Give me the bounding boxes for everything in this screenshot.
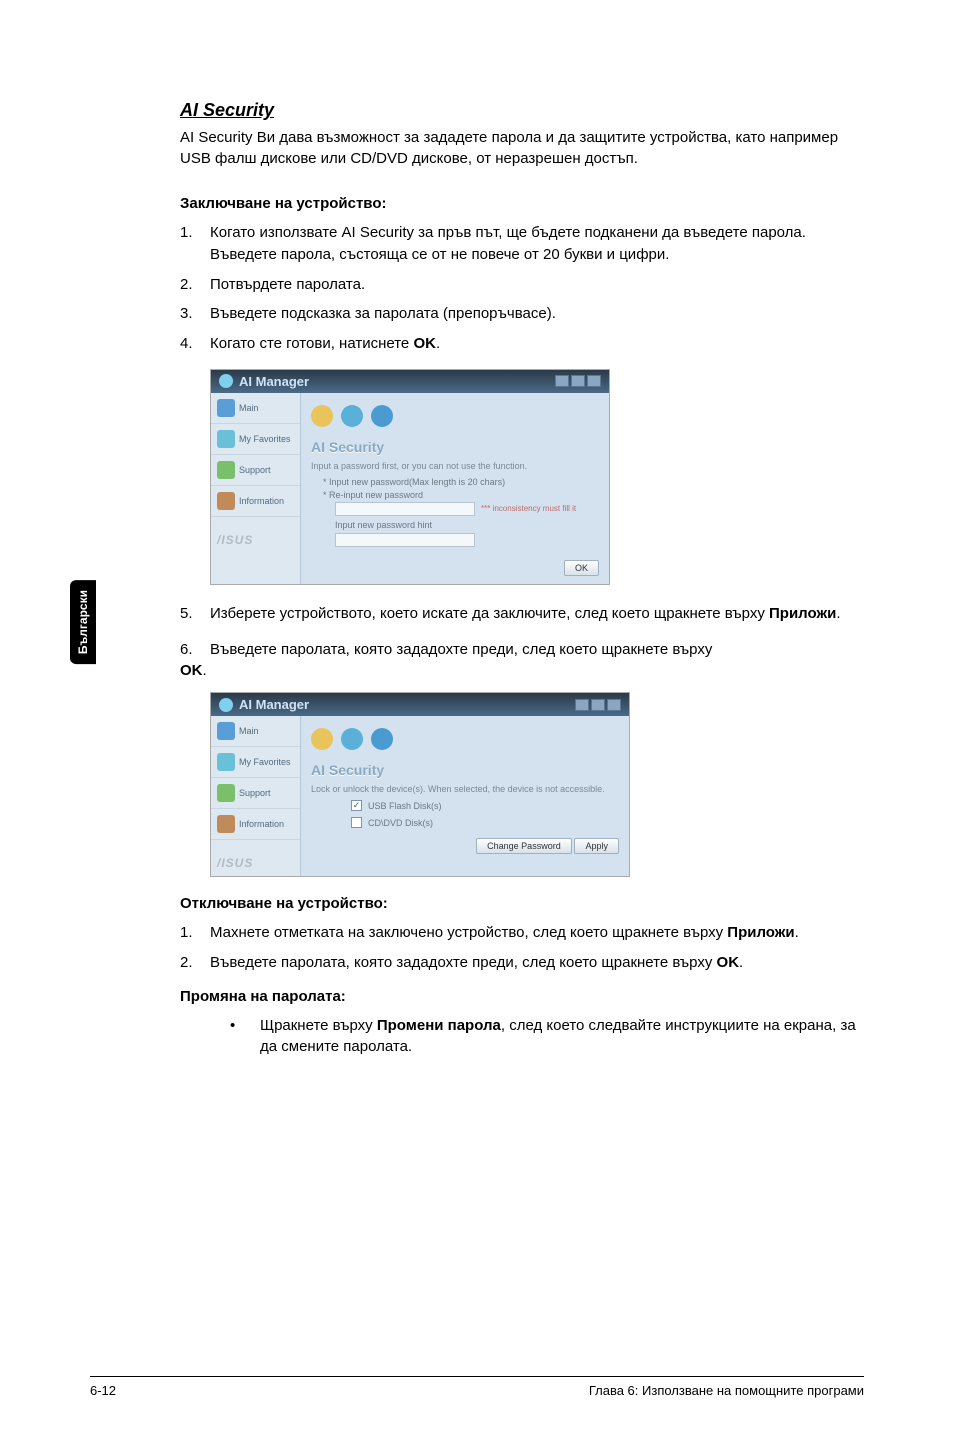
tool-icon[interactable] [311, 728, 333, 750]
app-icon [219, 374, 233, 388]
step-num: 4. [180, 333, 210, 355]
step-num: 5. [180, 603, 210, 625]
tool-icon[interactable] [341, 728, 363, 750]
section-title: AI Security [180, 100, 864, 121]
lock-heading: Заключване на устройство: [180, 195, 864, 212]
input-label: * Re-input new password [323, 490, 423, 500]
step-num: 3. [180, 303, 210, 325]
window-controls[interactable] [575, 699, 621, 711]
sidebar-item-information[interactable]: Information [211, 809, 300, 840]
tool-icon[interactable] [341, 405, 363, 427]
panel-subtitle: Input a password first, or you can not u… [311, 461, 599, 471]
sidebar: Main My Favorites Support Information /I… [211, 716, 301, 876]
password-input[interactable] [335, 502, 475, 516]
step-text: Изберете устройството, което искате да з… [210, 603, 864, 625]
lock-steps: 1.Когато използвате AI Security за пръв … [180, 222, 864, 355]
input-label: * Input new password(Max length is 20 ch… [323, 477, 599, 487]
sidebar-item-main[interactable]: Main [211, 393, 300, 424]
app-icon [219, 698, 233, 712]
brand-logo: /ISUS [211, 517, 300, 553]
step-text: Въведете подсказка за паролата (препоръч… [210, 303, 864, 325]
screenshot-devices: AI Manager Main My Favorites Support Inf… [210, 692, 630, 877]
sidebar: Main My Favorites Support Information /I… [211, 393, 301, 584]
toolbar-icons [311, 401, 599, 435]
bullet-dot: • [230, 1015, 260, 1059]
toolbar-icons [311, 724, 619, 758]
step-num: 2. [180, 274, 210, 296]
page-footer: 6-12 Глава 6: Използване на помощните пр… [90, 1376, 864, 1398]
intro-text: AI Security Ви дава възможност за зададе… [180, 127, 864, 169]
sidebar-item-information[interactable]: Information [211, 486, 300, 517]
step-num: 1. [180, 222, 210, 266]
step-text: Въведете паролата, която зададохте преди… [210, 952, 864, 974]
side-tab: Български [70, 580, 96, 664]
sidebar-item-favorites[interactable]: My Favorites [211, 424, 300, 455]
hint-input[interactable] [335, 533, 475, 547]
brand-logo: /ISUS [211, 840, 300, 876]
main-panel: AI Security Lock or unlock the device(s)… [301, 716, 629, 876]
ok-button[interactable]: OK [564, 560, 599, 576]
lock-steps-cont: 5.Изберете устройството, което искате да… [180, 603, 864, 625]
step-text: Когато използвате AI Security за пръв пъ… [210, 222, 864, 266]
change-password-button[interactable]: Change Password [476, 838, 572, 854]
step-text: Махнете отметката на заключено устройств… [210, 922, 864, 944]
tool-icon[interactable] [371, 728, 393, 750]
sidebar-item-support[interactable]: Support [211, 455, 300, 486]
step-6: 6.Въведете паролата, която зададохте пре… [180, 639, 864, 683]
tool-icon[interactable] [371, 405, 393, 427]
window-controls[interactable] [555, 375, 601, 387]
sidebar-item-favorites[interactable]: My Favorites [211, 747, 300, 778]
checkbox-cddvd[interactable]: CD\DVD Disk(s) [351, 817, 619, 828]
unlock-steps: 1.Махнете отметката на заключено устройс… [180, 922, 864, 974]
window-title: AI Manager [239, 374, 309, 389]
change-heading: Промяна на паролата: [180, 988, 864, 1005]
apply-button[interactable]: Apply [574, 838, 619, 854]
unlock-heading: Отключване на устройство: [180, 895, 864, 912]
sidebar-item-main[interactable]: Main [211, 716, 300, 747]
tool-icon[interactable] [311, 405, 333, 427]
panel-title: AI Security [311, 439, 599, 455]
step-text: Потвърдете паролата. [210, 274, 864, 296]
sidebar-item-support[interactable]: Support [211, 778, 300, 809]
panel-title: AI Security [311, 762, 619, 778]
step-num: 1. [180, 922, 210, 944]
page-number: 6-12 [90, 1383, 116, 1398]
panel-subtitle: Lock or unlock the device(s). When selec… [311, 784, 619, 794]
screenshot-password: AI Manager Main My Favorites Support Inf… [210, 369, 610, 585]
step-num: 2. [180, 952, 210, 974]
validation-note: *** inconsistency must fill it [481, 504, 576, 513]
window-titlebar: AI Manager [211, 370, 609, 393]
input-label: Input new password hint [335, 520, 599, 530]
change-bullets: •Щракнете върху Промени парола, след кое… [180, 1015, 864, 1059]
chapter-title: Глава 6: Използване на помощните програм… [589, 1383, 864, 1398]
main-panel: AI Security Input a password first, or y… [301, 393, 609, 584]
page-content: AI Security AI Security Ви дава възможно… [0, 0, 954, 1098]
checkbox-usb[interactable]: ✓USB Flash Disk(s) [351, 800, 619, 811]
window-titlebar: AI Manager [211, 693, 629, 716]
bullet-text: Щракнете върху Промени парола, след коет… [260, 1015, 864, 1059]
step-text: Когато сте готови, натиснете OK. [210, 333, 864, 355]
window-title: AI Manager [239, 697, 309, 712]
